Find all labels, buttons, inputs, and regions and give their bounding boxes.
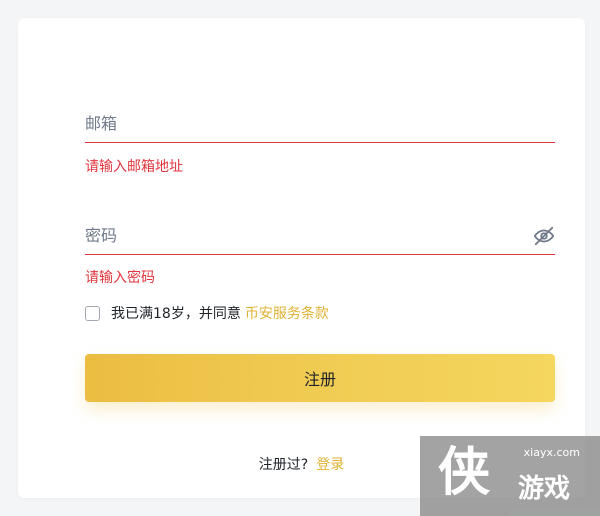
email-field-container	[85, 106, 555, 143]
password-error-message: 请输入密码	[85, 270, 155, 286]
login-prompt-text: 注册过?	[258, 457, 309, 473]
password-field-container	[85, 218, 555, 255]
watermark-logo-char: 侠	[438, 443, 491, 503]
register-button[interactable]: 注册	[85, 354, 555, 402]
age-agreement-text: 我已满18岁，并同意	[111, 306, 241, 322]
watermark-name: 游戏	[518, 474, 571, 504]
watermark-logo: 侠 xiayx.com 游戏	[420, 436, 600, 516]
register-card: 请输入邮箱地址 请输入密码 我已满18岁，并同意 币安服务条款 注册 注册过? 登…	[18, 18, 585, 498]
age-agreement-row: 我已满18岁，并同意 币安服务条款	[85, 302, 329, 324]
password-input[interactable]	[85, 218, 505, 252]
eye-off-icon[interactable]	[533, 225, 555, 247]
email-input[interactable]	[85, 106, 505, 140]
watermark-url: xiayx.com	[523, 446, 580, 459]
email-error-message: 请输入邮箱地址	[85, 159, 183, 175]
login-link[interactable]: 登录	[316, 457, 344, 473]
terms-of-service-link[interactable]: 币安服务条款	[245, 303, 329, 323]
age-agreement-checkbox[interactable]	[85, 305, 100, 321]
